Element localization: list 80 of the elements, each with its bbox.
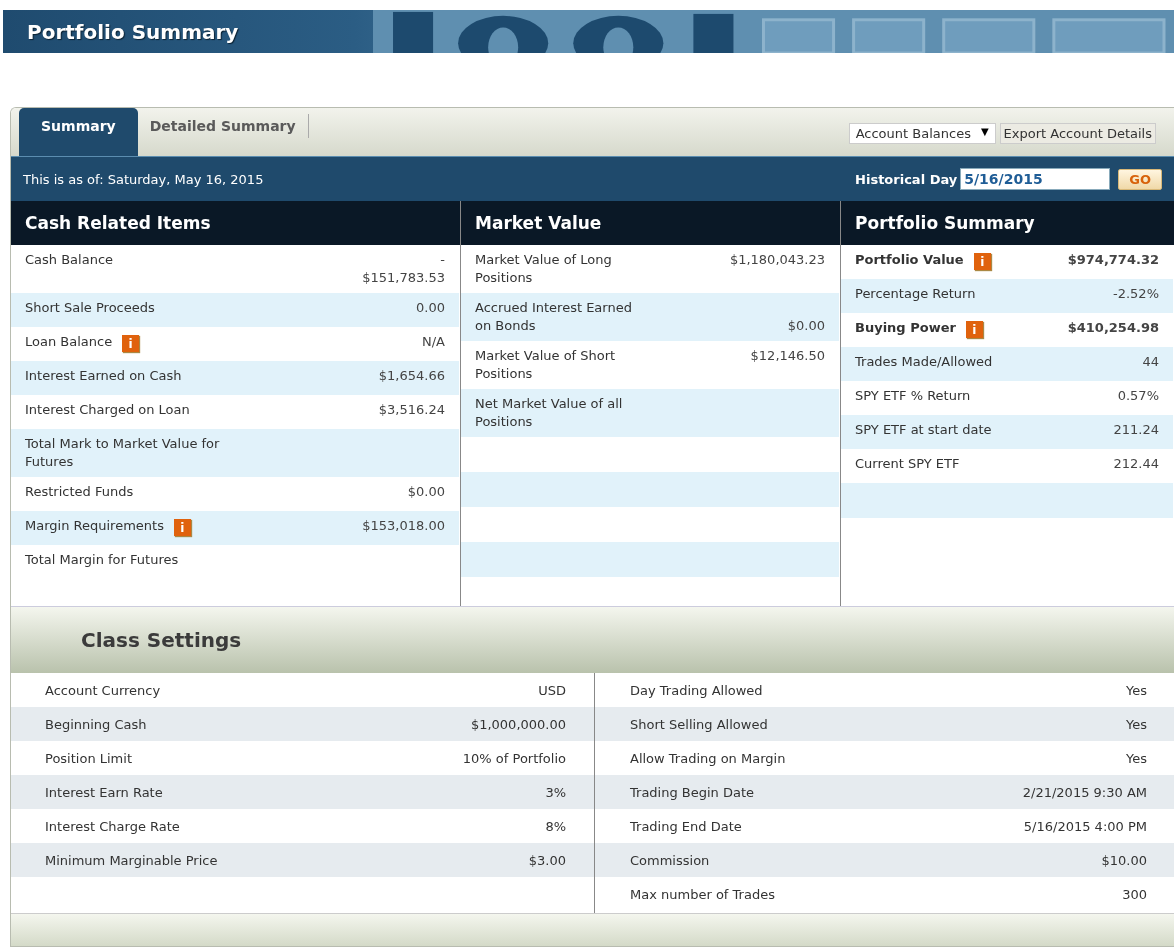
- historical-day-field[interactable]: 5/16/2015: [960, 168, 1111, 190]
- row-label: Current SPY ETF: [855, 455, 960, 473]
- setting-value: $3.00: [528, 852, 566, 868]
- row-value: 212.44: [1113, 455, 1159, 473]
- row-label: Portfolio Value: [855, 251, 964, 269]
- account-dropdown[interactable]: Account Balances ▼: [848, 123, 996, 144]
- setting-label: Interest Charge Rate: [45, 818, 180, 834]
- row-value: $410,254.98: [1067, 319, 1159, 337]
- setting-value: 5/16/2015 4:00 PM: [1023, 818, 1147, 834]
- tab[interactable]: Summary: [19, 108, 138, 156]
- setting-label: Beginning Cash: [45, 716, 147, 732]
- setting-label: Max number of Trades: [630, 886, 775, 902]
- setting-label: Commission: [630, 852, 710, 868]
- row-value: 0.00: [416, 299, 445, 317]
- setting-value: USD: [538, 682, 566, 698]
- row-value: 0.57%: [1117, 387, 1159, 405]
- section-title: Class Settings: [81, 628, 242, 652]
- row-value: - $151,783.53: [362, 251, 445, 287]
- as-of-date: This is as of: Saturday, May 16, 2015: [23, 171, 264, 187]
- setting-value: 2/21/2015 9:30 AM: [1022, 784, 1147, 800]
- setting-value: 300: [1122, 886, 1147, 902]
- row-label: Percentage Return: [855, 285, 976, 303]
- row-label: SPY ETF % Return: [855, 387, 971, 405]
- page-title: Portfolio Summary: [26, 19, 239, 44]
- setting-label: Account Currency: [45, 682, 161, 698]
- row-label: Interest Charged on Loan: [25, 401, 190, 419]
- setting-value: Yes: [1126, 682, 1147, 698]
- info-icon[interactable]: i: [173, 519, 191, 536]
- row-label: Accrued Interest Earned on Bonds: [475, 299, 633, 335]
- row-value: 211.24: [1113, 421, 1159, 439]
- row-value: -2.52%: [1113, 285, 1159, 303]
- setting-value: 8%: [545, 818, 566, 834]
- setting-label: Trading End Date: [630, 818, 742, 834]
- setting-label: Day Trading Allowed: [630, 682, 763, 698]
- setting-value: 10% of Portfolio: [462, 750, 566, 766]
- setting-value: 3%: [545, 784, 566, 800]
- row-label: Total Margin for Futures: [25, 551, 179, 569]
- setting-label: Trading Begin Date: [630, 784, 755, 800]
- column-header: Cash Related Items: [11, 201, 460, 245]
- row-value: $3,516.24: [378, 401, 445, 419]
- setting-label: Position Limit: [45, 750, 132, 766]
- row-label: Net Market Value of all Positions: [475, 395, 624, 431]
- info-icon[interactable]: i: [965, 321, 983, 338]
- row-value: $1,654.66: [378, 367, 445, 385]
- row-label: Market Value of Short Positions: [475, 347, 617, 383]
- row-label: Cash Balance: [25, 251, 114, 269]
- row-label: Buying Power: [855, 319, 956, 337]
- tab[interactable]: Detailed Summary: [137, 114, 309, 138]
- export-button[interactable]: Export Account Details: [999, 123, 1156, 144]
- setting-label: Short Selling Allowed: [630, 716, 768, 732]
- setting-value: $1,000,000.00: [470, 716, 566, 732]
- column-header: Portfolio Summary: [841, 201, 1174, 245]
- row-label: Total Mark to Market Value for Futures: [25, 435, 221, 471]
- setting-label: Interest Earn Rate: [45, 784, 163, 800]
- setting-value: Yes: [1126, 750, 1147, 766]
- row-label: Restricted Funds: [25, 483, 134, 501]
- info-icon[interactable]: i: [122, 335, 140, 352]
- row-value: N/A: [422, 333, 445, 351]
- row-value: $153,018.00: [362, 517, 445, 535]
- setting-value: Yes: [1126, 716, 1147, 732]
- row-label: Market Value of Long Positions: [475, 251, 613, 287]
- row-label: Short Sale Proceeds: [25, 299, 155, 317]
- row-label: Interest Earned on Cash: [25, 367, 182, 385]
- setting-label: Allow Trading on Margin: [630, 750, 786, 766]
- row-value: $0.00: [787, 317, 825, 335]
- setting-value: $10.00: [1101, 852, 1147, 868]
- row-value: $12,146.50: [750, 347, 825, 365]
- info-icon[interactable]: i: [973, 253, 991, 270]
- setting-label: Minimum Marginable Price: [45, 852, 218, 868]
- row-value: $1,180,043.23: [729, 251, 825, 269]
- row-label: SPY ETF at start date: [855, 421, 992, 439]
- row-value: 44: [1142, 353, 1159, 371]
- row-value: $974,774.32: [1067, 251, 1159, 269]
- go-button[interactable]: GO: [1118, 168, 1162, 190]
- historical-day-label: Historical Day: [855, 171, 958, 187]
- row-value: $0.00: [407, 483, 445, 501]
- row-label: Margin Requirements: [25, 517, 164, 535]
- row-label: Trades Made/Allowed: [855, 353, 993, 371]
- row-label: Loan Balance: [25, 333, 113, 351]
- column-header: Market Value: [461, 201, 840, 245]
